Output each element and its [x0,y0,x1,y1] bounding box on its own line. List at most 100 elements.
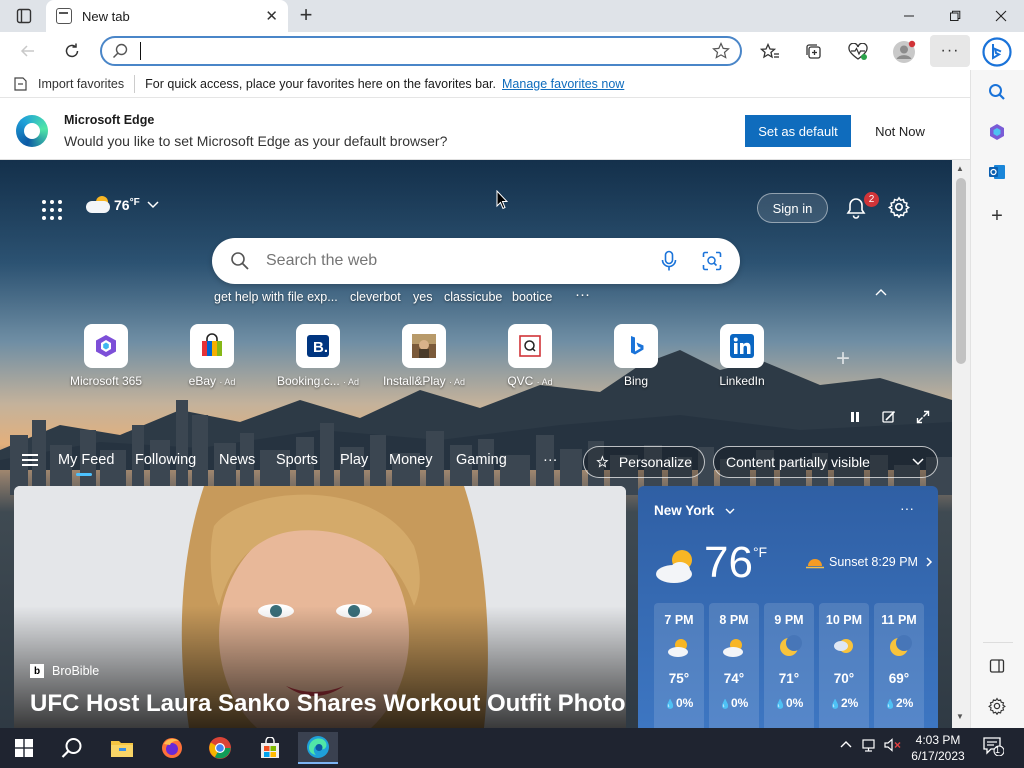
pause-background-button[interactable] [846,408,864,426]
restore-button[interactable] [932,0,978,32]
weather-summary-button[interactable]: 76 °F [86,196,160,214]
quick-link-linkedin[interactable]: LinkedIn [699,324,785,388]
weather-location-dropdown[interactable]: New York [654,503,736,518]
trending-search-item[interactable]: classicube [444,290,502,304]
edge-taskbar-button[interactable] [298,732,338,764]
close-window-button[interactable] [978,0,1024,32]
manage-favorites-link[interactable]: Manage favorites now [502,77,624,91]
weather-card[interactable]: New York ··· 76 °F Sunset 8:29 PM 7 PM 7… [638,486,938,728]
quick-link-bing[interactable]: Bing [593,324,679,388]
bing-chat-icon [982,37,1012,67]
sidebar-outlook-button[interactable] [985,160,1009,184]
content-visibility-dropdown[interactable]: Content partially visible [713,446,938,478]
feed-tab-gaming[interactable]: Gaming [456,452,507,468]
expand-background-button[interactable] [914,408,932,426]
address-input[interactable] [151,43,712,59]
ad-tag: · Ad [219,377,236,387]
news-card[interactable]: b BroBible UFC Host Laura Sanko Shares W… [14,486,626,728]
sidebar-search-button[interactable] [985,80,1009,104]
microphone-icon[interactable] [660,250,678,272]
file-explorer-button[interactable] [102,732,142,764]
back-button[interactable] [14,37,42,65]
quick-link-microsoft-365[interactable]: Microsoft 365 [63,324,149,388]
quick-link-label: Install&Play [382,374,446,388]
import-favorites-button[interactable]: Import favorites [12,76,124,92]
quick-link-ebay[interactable]: eBay · Ad [169,324,255,388]
change-background-button[interactable] [880,408,898,426]
hamburger-menu-icon[interactable] [22,454,38,466]
ad-tag: · Ad [536,377,553,387]
favorite-star-icon[interactable] [712,42,730,60]
minimize-button[interactable] [886,0,932,32]
quick-link-booking[interactable]: B. Booking.c... · Ad [275,324,361,388]
sidebar-add-button[interactable]: + [985,204,1009,228]
not-now-button[interactable]: Not Now [861,115,939,147]
tab-actions-button[interactable] [8,4,40,28]
page-scrollbar[interactable]: ▲ ▼ [952,160,970,728]
tab-new-tab[interactable]: New tab ✕ [46,0,288,32]
scroll-up-icon[interactable]: ▲ [956,164,964,173]
set-as-default-button[interactable]: Set as default [745,115,851,147]
visual-search-icon[interactable] [702,251,722,271]
news-headline[interactable]: UFC Host Laura Sanko Shares Workout Outf… [30,690,626,718]
scroll-down-icon[interactable]: ▼ [956,712,964,721]
trending-more-button[interactable]: ··· [575,286,590,303]
hourly-forecast[interactable]: 8 PM 74° 💧0% [709,603,759,728]
page-settings-button[interactable] [887,196,912,220]
sidebar-settings-button[interactable] [985,694,1009,718]
chrome-button[interactable] [200,732,240,764]
tab-close-icon[interactable]: ✕ [265,7,278,25]
sidebar-office-button[interactable] [985,120,1009,144]
sign-in-button[interactable]: Sign in [757,193,828,223]
firefox-button[interactable] [152,732,192,764]
browser-essentials-button[interactable] [844,38,872,66]
web-search-input[interactable] [266,252,660,270]
trending-search-item[interactable]: cleverbot [350,290,401,304]
app-launcher-icon[interactable] [42,200,62,220]
quick-link-install-play[interactable]: Install&Play · Ad [381,324,467,388]
hourly-forecast[interactable]: 9 PM 71° 💧0% [764,603,814,728]
system-clock[interactable]: 4:03 PM 6/17/2023 [906,732,970,764]
collapse-chevron-icon[interactable] [874,284,888,300]
network-button[interactable] [862,738,878,755]
feed-tab-play[interactable]: Play [340,452,368,468]
weather-more-button[interactable]: ··· [900,500,914,516]
feed-tab-news[interactable]: News [219,452,255,468]
scrollbar-thumb[interactable] [956,178,966,364]
personalize-button[interactable]: Personalize [583,446,705,478]
feed-tab-following[interactable]: Following [135,452,196,468]
refresh-button[interactable] [58,37,86,65]
trending-search-item[interactable]: get help with file exp... [214,290,338,304]
feed-tab-sports[interactable]: Sports [276,452,318,468]
new-tab-button[interactable]: + [294,4,318,28]
favorites-button[interactable] [756,38,784,66]
feed-more-button[interactable]: ··· [543,452,558,468]
add-quick-link-button[interactable]: + [836,345,850,373]
trending-search-item[interactable]: bootice [512,290,552,304]
tab-actions-icon [16,8,32,24]
show-hidden-icons-button[interactable] [840,738,852,752]
hourly-forecast[interactable]: 11 PM 69° 💧2% [874,603,924,728]
microsoft-store-button[interactable] [250,732,290,764]
profile-button[interactable] [890,38,918,66]
web-search-box[interactable] [212,238,740,284]
expand-icon [916,410,930,424]
address-bar[interactable] [100,36,742,66]
notification-center-icon [983,737,1005,757]
hourly-forecast[interactable]: 10 PM 70° 💧2% [819,603,869,728]
sidebar-toggle-button[interactable] [985,654,1009,678]
feed-tab-money[interactable]: Money [389,452,433,468]
bing-chat-button[interactable] [981,36,1013,68]
collections-button[interactable] [800,38,828,66]
trending-search-item[interactable]: yes [413,290,432,304]
feed-tab-my-feed[interactable]: My Feed [58,452,114,476]
action-center-button[interactable]: 1 [982,736,1005,759]
start-button[interactable] [4,732,44,764]
hourly-forecast[interactable]: 7 PM 75° 💧0% [654,603,704,728]
quick-link-qvc[interactable]: QVC · Ad [487,324,573,388]
forecast-precip: 0% [730,696,749,710]
taskbar-search-button[interactable] [52,732,92,764]
sunset-info[interactable]: Sunset 8:29 PM [806,555,934,569]
volume-button[interactable] [884,738,902,755]
settings-more-button[interactable]: ··· [930,35,970,67]
